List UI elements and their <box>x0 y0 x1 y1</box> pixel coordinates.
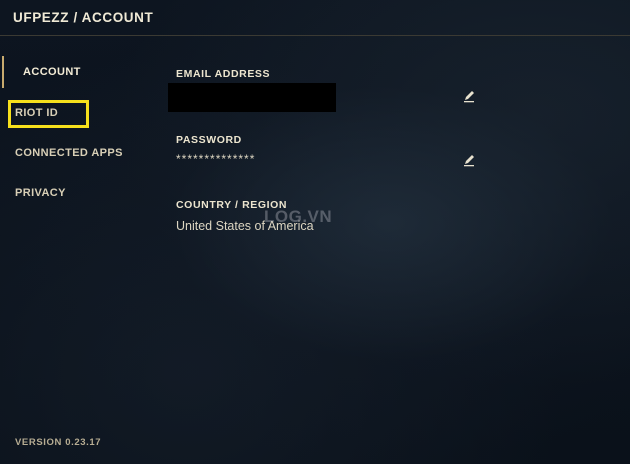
active-nav-indicator <box>2 56 4 88</box>
sidebar-item-connected-apps[interactable]: CONNECTED APPS <box>15 147 123 159</box>
email-label: EMAIL ADDRESS <box>176 68 271 80</box>
highlight-annotation <box>8 100 89 128</box>
background-artwork <box>0 0 630 464</box>
version-label: VERSION 0.23.17 <box>15 437 102 448</box>
watermark-logo: LOG.VN <box>264 207 333 226</box>
password-label: PASSWORD <box>176 134 242 146</box>
email-value-redacted <box>168 83 336 112</box>
page-title: UFPEZZ / ACCOUNT <box>13 10 154 25</box>
header-bar: UFPEZZ / ACCOUNT <box>0 0 630 36</box>
edit-email-icon[interactable] <box>463 89 477 103</box>
sidebar-item-account[interactable]: ACCOUNT <box>23 66 81 78</box>
password-value: ************** <box>176 152 256 166</box>
sidebar-item-privacy[interactable]: PRIVACY <box>15 187 66 199</box>
edit-password-icon[interactable] <box>463 153 477 167</box>
